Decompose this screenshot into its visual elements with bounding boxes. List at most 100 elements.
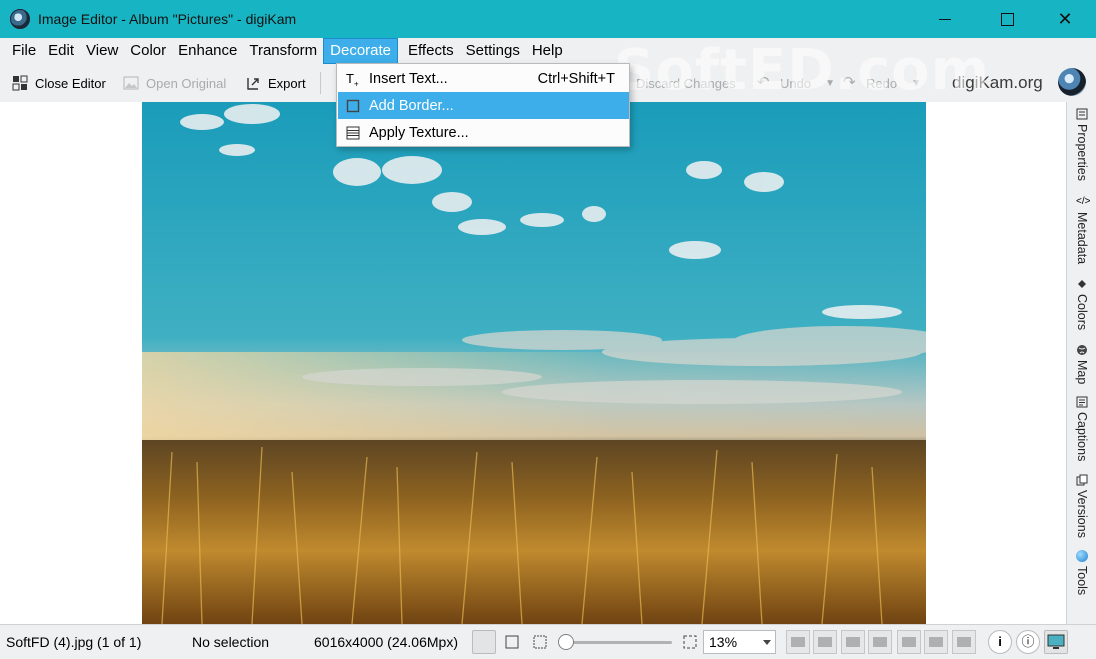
menu-add-border[interactable]: Add Border... <box>338 92 629 119</box>
view-mode-button-4[interactable] <box>868 630 892 654</box>
monitor-icon <box>1047 634 1065 649</box>
close-window-button[interactable]: ✕ <box>1042 0 1088 38</box>
zoom-level-value: 13% <box>709 634 738 650</box>
info-outline-button[interactable]: ⓘ <box>1016 630 1040 654</box>
menu-effects[interactable]: Effects <box>402 39 460 63</box>
redo-dropdown-icon[interactable]: ▼ <box>911 78 921 89</box>
insert-text-shortcut: Ctrl+Shift+T <box>537 70 615 87</box>
sidebar-tab-metadata[interactable]: </> Metadata <box>1067 196 1096 264</box>
fit-page-icon <box>683 635 697 649</box>
add-border-label: Add Border... <box>369 97 454 114</box>
toggle-preview-button[interactable] <box>1044 630 1068 654</box>
undo-button[interactable]: ↶ Undo ▼ <box>757 64 835 102</box>
undo-icon: ↶ <box>757 74 770 91</box>
digikam-app-icon <box>10 9 30 29</box>
close-editor-label: Close Editor <box>35 75 106 91</box>
maximize-icon <box>1000 12 1014 26</box>
menu-help[interactable]: Help <box>526 39 569 63</box>
digikam-logo-icon <box>1058 68 1086 96</box>
zoom-fit-page-button[interactable] <box>678 630 702 654</box>
image-icon <box>123 76 139 90</box>
redo-icon: ↷ <box>843 74 856 91</box>
close-icon: ✕ <box>1057 8 1073 29</box>
edited-photo[interactable] <box>142 102 926 624</box>
sidebar-tab-map[interactable]: Map <box>1067 344 1096 384</box>
title-bar: Image Editor - Album "Pictures" - digiKa… <box>0 0 1096 38</box>
tools-tab-label: Tools <box>1075 566 1089 596</box>
landscape-photo <box>142 102 926 624</box>
menu-insert-text[interactable]: T+ Insert Text... Ctrl+Shift+T <box>338 65 629 92</box>
status-selection: No selection <box>192 634 270 650</box>
zoom-fit-selection-button[interactable] <box>472 630 496 654</box>
decorate-dropdown-menu: T+ Insert Text... Ctrl+Shift+T Add Borde… <box>336 63 630 147</box>
metadata-tab-label: Metadata <box>1075 212 1089 265</box>
zoom-slider-track[interactable] <box>562 641 672 644</box>
zoom-100-icon <box>533 635 547 649</box>
info-outline-icon: ⓘ <box>1021 634 1035 649</box>
undo-dropdown-icon[interactable]: ▼ <box>825 78 835 89</box>
zoom-to-100-button[interactable] <box>528 630 552 654</box>
status-dimensions: 6016x4000 (24.06Mpx) <box>314 634 458 650</box>
zoom-level-select[interactable]: 13% <box>703 630 776 654</box>
zoom-slider-handle[interactable] <box>558 634 574 650</box>
export-label: Export <box>268 75 306 91</box>
insert-text-label: Insert Text... <box>369 70 448 87</box>
discard-changes-button[interactable]: Discard Changes <box>636 64 736 102</box>
tools-ball-icon <box>1076 550 1088 562</box>
sidebar-tab-colors[interactable]: Colors <box>1067 278 1096 330</box>
sidebar-tab-captions[interactable]: Captions <box>1067 396 1096 461</box>
captions-icon <box>1076 396 1088 408</box>
redo-button[interactable]: ↷ Redo ▼ <box>843 64 921 102</box>
zoom-fit-window-button[interactable] <box>500 630 524 654</box>
digikam-brand-link[interactable]: digiKam.org <box>952 64 1043 102</box>
menu-color[interactable]: Color <box>124 39 172 63</box>
view-mode-button-5[interactable] <box>897 630 921 654</box>
window-title: Image Editor - Album "Pictures" - digiKa… <box>38 11 297 27</box>
minimize-button[interactable] <box>922 0 968 38</box>
border-icon <box>346 99 360 113</box>
status-filename: SoftFD (4).jpg (1 of 1) <box>6 634 142 650</box>
view-mode-button-6[interactable] <box>924 630 948 654</box>
menu-decorate[interactable]: Decorate <box>323 38 399 64</box>
view-mode-button-7[interactable] <box>952 630 976 654</box>
info-filled-button[interactable]: i <box>988 630 1012 654</box>
globe-icon <box>1077 345 1087 355</box>
info-filled-icon: i <box>998 634 1002 649</box>
menu-bar: File Edit View Color Enhance Transform D… <box>0 38 1096 64</box>
apply-texture-label: Apply Texture... <box>369 124 469 141</box>
open-original-button[interactable]: Open Original <box>123 64 226 102</box>
view-mode-button-2[interactable] <box>813 630 837 654</box>
right-sidebar: Properties </> Metadata Colors Map Capti… <box>1066 102 1096 624</box>
view-mode-button-3[interactable] <box>841 630 865 654</box>
undo-label: Undo <box>780 75 812 91</box>
discard-changes-label: Discard Changes <box>636 75 736 91</box>
toolbar-separator <box>320 72 321 94</box>
sidebar-tab-versions[interactable]: Versions <box>1067 474 1096 538</box>
menu-file[interactable]: File <box>6 39 42 63</box>
properties-tab-label: Properties <box>1075 124 1089 181</box>
menu-enhance[interactable]: Enhance <box>172 39 243 63</box>
menu-edit[interactable]: Edit <box>42 39 80 63</box>
code-icon: </> <box>1076 196 1091 207</box>
sidebar-tab-tools[interactable]: Tools <box>1067 550 1096 595</box>
maximize-button[interactable] <box>984 0 1030 38</box>
minimize-icon <box>939 18 951 20</box>
fit-window-icon <box>505 635 519 649</box>
view-mode-button-1[interactable] <box>786 630 810 654</box>
open-original-label: Open Original <box>146 75 227 91</box>
export-button[interactable]: Export <box>245 64 306 102</box>
sidebar-tab-properties[interactable]: Properties <box>1067 108 1096 181</box>
grid-icon <box>12 75 28 91</box>
status-bar: SoftFD (4).jpg (1 of 1) No selection 601… <box>0 624 1096 659</box>
map-tab-label: Map <box>1075 360 1089 385</box>
menu-transform[interactable]: Transform <box>243 39 323 63</box>
versions-icon <box>1076 474 1088 486</box>
export-icon <box>247 78 259 90</box>
versions-tab-label: Versions <box>1075 490 1089 538</box>
insert-text-icon: T+ <box>346 70 359 89</box>
texture-icon <box>346 126 360 140</box>
menu-view[interactable]: View <box>80 39 124 63</box>
menu-apply-texture[interactable]: Apply Texture... <box>338 119 629 146</box>
close-editor-button[interactable]: Close Editor <box>12 64 106 102</box>
menu-settings[interactable]: Settings <box>460 39 526 63</box>
